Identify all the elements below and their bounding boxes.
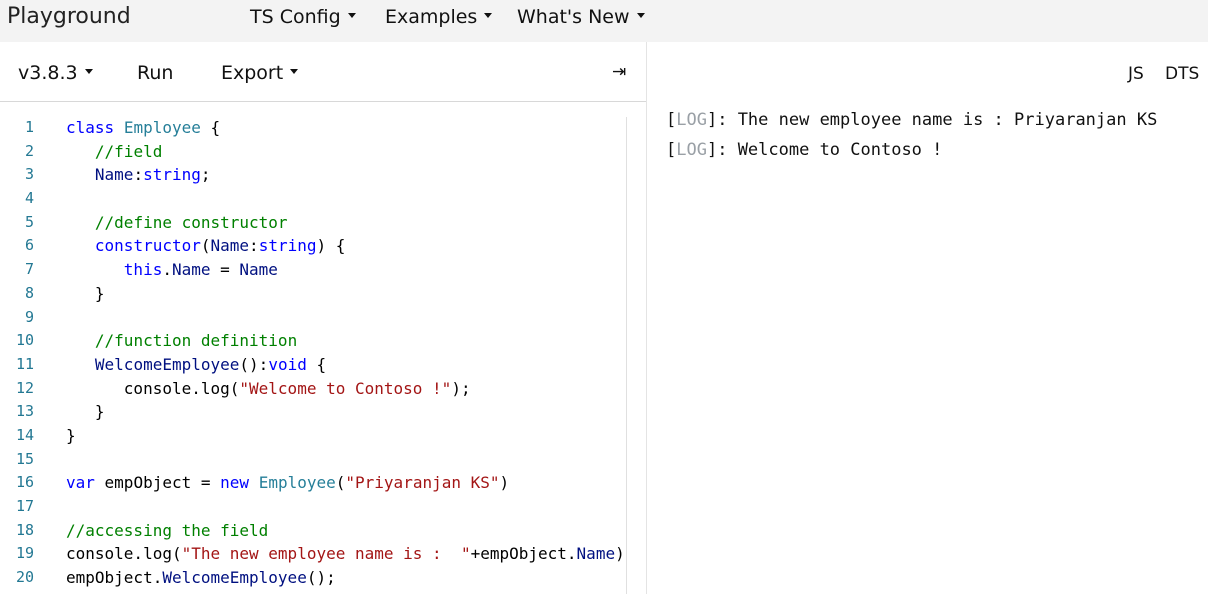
line-number: 18: [15, 520, 34, 539]
code-line[interactable]: WelcomeEmployee():void {: [66, 353, 636, 377]
code-line[interactable]: console.log("The new employee name is : …: [66, 542, 636, 566]
line-number: 17: [15, 497, 34, 515]
version-select[interactable]: v3.8.3: [18, 62, 93, 84]
line-number: 2: [24, 141, 34, 160]
code-line[interactable]: Name:string;: [66, 163, 636, 187]
line-number: 5: [24, 212, 34, 231]
code-line[interactable]: //field: [66, 140, 636, 164]
nav-ts-config[interactable]: TS Config: [250, 6, 356, 28]
panel-divider[interactable]: [646, 42, 647, 594]
console-output: [LOG]: The new employee name is : Priyar…: [666, 108, 1206, 168]
line-number-gutter: 1 2 3 4 5 6 7 8 9 10 11 12 13 14 15 16 1…: [0, 116, 40, 590]
caret-down-icon: [347, 13, 356, 18]
code-line[interactable]: }: [66, 282, 636, 306]
code-line[interactable]: //function definition: [66, 329, 636, 353]
line-number: 19: [15, 544, 34, 563]
line-number: 13: [15, 402, 34, 421]
line-number: 14: [15, 425, 34, 444]
code-line[interactable]: //define constructor: [66, 211, 636, 235]
line-number: 3: [24, 165, 34, 184]
log-tag: LOG: [676, 140, 707, 160]
nav-whats-new[interactable]: What's New: [517, 6, 645, 28]
line-number: 12: [15, 378, 34, 397]
code-line[interactable]: this.Name = Name: [66, 258, 636, 282]
line-number: 10: [15, 331, 34, 350]
line-number: 8: [24, 283, 34, 302]
line-number: 15: [15, 449, 34, 468]
code-line[interactable]: [66, 448, 636, 472]
code-line[interactable]: }: [66, 424, 636, 448]
code-line[interactable]: [66, 306, 636, 330]
top-navbar: Playground TS Config Examples What's New: [0, 0, 1208, 42]
caret-down-icon: [290, 69, 299, 74]
code-line[interactable]: [66, 495, 636, 519]
export-menu[interactable]: Export: [221, 62, 299, 84]
code-line[interactable]: [66, 187, 636, 211]
run-button[interactable]: Run: [137, 62, 173, 84]
code-editor[interactable]: 1 2 3 4 5 6 7 8 9 10 11 12 13 14 15 16 1…: [0, 103, 646, 594]
caret-down-icon: [84, 69, 93, 74]
caret-down-icon: [484, 13, 493, 18]
log-entry: [LOG]: Welcome to Contoso !: [666, 140, 943, 160]
nav-ts-config-label: TS Config: [250, 6, 341, 28]
version-label: v3.8.3: [18, 62, 78, 84]
line-number: 4: [24, 189, 34, 208]
code-line[interactable]: empObject.WelcomeEmployee();: [66, 566, 636, 590]
code-line[interactable]: var empObject = new Employee("Priyaranja…: [66, 471, 636, 495]
log-text: The new employee name is : Priyaranjan K…: [737, 110, 1158, 130]
code-line[interactable]: //accessing the field: [66, 519, 636, 543]
line-number: 6: [24, 236, 34, 255]
code-line[interactable]: constructor(Name:string) {: [66, 234, 636, 258]
log-tag: LOG: [676, 110, 707, 130]
code-line[interactable]: console.log("Welcome to Contoso !");: [66, 377, 636, 401]
log-entry: [LOG]: The new employee name is : Priyar…: [666, 110, 1158, 130]
code-line[interactable]: class Employee {: [66, 116, 636, 140]
nav-examples[interactable]: Examples: [385, 6, 493, 28]
line-number: 7: [24, 260, 34, 279]
brand-title[interactable]: Playground: [7, 4, 131, 29]
caret-down-icon: [636, 13, 645, 18]
nav-examples-label: Examples: [385, 6, 478, 28]
export-label: Export: [221, 62, 284, 84]
code-lines[interactable]: class Employee { //field Name:string; //…: [66, 116, 636, 590]
collapse-panel-icon[interactable]: ⇥: [612, 62, 626, 82]
line-number: 1: [24, 118, 34, 136]
nav-whats-new-label: What's New: [517, 6, 630, 28]
editor-scroll-edge[interactable]: [626, 117, 627, 594]
line-number: 11: [15, 354, 34, 373]
editor-toolbar: v3.8.3 Run Export ⇥: [0, 42, 646, 102]
line-number: 16: [15, 473, 34, 492]
tab-js[interactable]: JS: [1128, 64, 1144, 84]
line-number: 9: [24, 307, 34, 326]
log-text: Welcome to Contoso !: [737, 140, 943, 160]
tab-dts[interactable]: DTS: [1165, 64, 1199, 84]
line-number: 20: [15, 568, 34, 587]
code-line[interactable]: }: [66, 400, 636, 424]
